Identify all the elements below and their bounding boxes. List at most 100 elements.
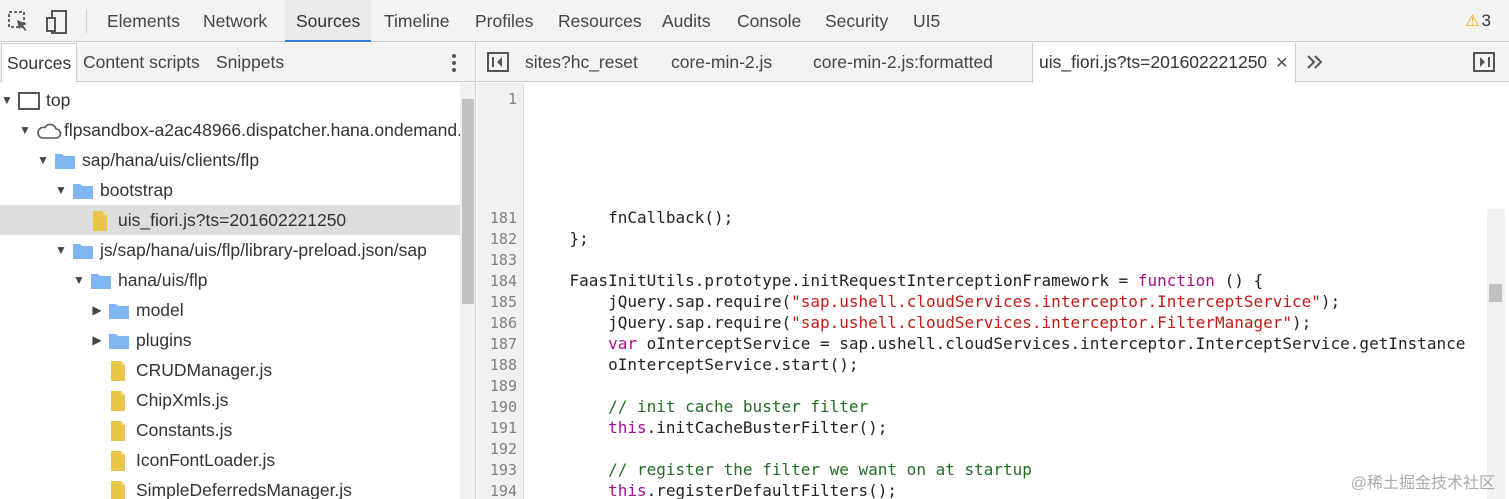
- close-tab-icon[interactable]: ✕: [1275, 55, 1288, 72]
- navigator-tab-sources[interactable]: Sources: [1, 43, 78, 82]
- code-text: };: [531, 229, 589, 248]
- toggle-navigator-icon[interactable]: [487, 51, 513, 77]
- tree-item-label: top: [46, 90, 71, 110]
- code-line[interactable]: fnCallback();: [531, 208, 733, 227]
- tree-item[interactable]: uis_fiori.js?ts=201602221250: [0, 205, 460, 235]
- tree-item-label: js/sap/hana/uis/flp/library-preload.json…: [100, 240, 427, 260]
- line-number: 181: [489, 209, 517, 227]
- panel-tab-ui5[interactable]: UI5: [913, 0, 940, 42]
- code-line[interactable]: oInterceptService.start();: [531, 355, 859, 374]
- navigator-scrollbar-thumb[interactable]: [462, 99, 474, 304]
- navigator-tab-content-scripts[interactable]: Content scripts: [83, 43, 200, 82]
- line-number: 182: [489, 230, 517, 248]
- more-tabs-icon[interactable]: [1305, 51, 1331, 77]
- device-mode-icon[interactable]: [44, 9, 70, 35]
- more-options-icon[interactable]: [444, 51, 464, 75]
- line-number: 193: [489, 461, 517, 479]
- code-line[interactable]: this.initCacheBusterFilter();: [531, 418, 887, 437]
- collapse-arrow-icon[interactable]: ▼: [0, 85, 14, 115]
- collapse-arrow-icon[interactable]: ▼: [36, 145, 50, 175]
- code-keyword: var: [531, 334, 637, 353]
- editor-scrollbar-thumb[interactable]: [1489, 284, 1502, 302]
- panel-tab-security[interactable]: Security: [825, 0, 888, 42]
- code-text: oInterceptService.start();: [531, 355, 859, 374]
- tree-item-label: CRUDManager.js: [136, 360, 273, 380]
- tree-item[interactable]: ▶ model: [0, 295, 460, 325]
- line-number: 185: [489, 293, 517, 311]
- editor-tab-label: core-min-2.js: [671, 52, 773, 72]
- warning-counter[interactable]: ⚠ 3: [1465, 0, 1491, 42]
- tree-item[interactable]: CRUDManager.js: [0, 355, 460, 385]
- code-keyword: this: [531, 418, 647, 437]
- panel-tab-console[interactable]: Console: [737, 0, 801, 42]
- panel-tab-resources[interactable]: Resources: [558, 0, 642, 42]
- code-text: );: [1320, 292, 1341, 311]
- tree-item[interactable]: ▼ bootstrap: [0, 175, 460, 205]
- file-icon: [90, 210, 110, 231]
- cloud-icon: [36, 120, 62, 140]
- code-line[interactable]: FaasInitUtils.prototype.initRequestInter…: [531, 271, 1264, 290]
- tree-item-label: hana/uis/flp: [118, 270, 208, 290]
- collapse-arrow-icon[interactable]: ▼: [54, 235, 68, 265]
- collapse-arrow-icon[interactable]: ▼: [72, 265, 86, 295]
- code-line[interactable]: // register the filter we want on at sta…: [531, 460, 1032, 479]
- expand-arrow-icon[interactable]: ▶: [90, 325, 104, 355]
- panel-tab-elements[interactable]: Elements: [107, 0, 180, 42]
- code-keyword: this: [531, 481, 647, 499]
- editor-scrollbar[interactable]: [1487, 209, 1505, 499]
- panel-tab-sources[interactable]: Sources: [285, 0, 372, 42]
- tree-item[interactable]: ▼ sap/hana/uis/clients/flp: [0, 145, 460, 175]
- code-editor: sites?hc_reset core-min-2.js core-min-2.js…: [477, 43, 1509, 499]
- code-line[interactable]: jQuery.sap.require("sap.ushell.cloudServ…: [531, 292, 1340, 311]
- toggle-debugger-icon[interactable]: [1473, 51, 1499, 77]
- code-line[interactable]: this.registerDefaultFilters();: [531, 481, 897, 499]
- line-number-gutter: 1 181 182 183 184 185 186 187 188 189 190 191 192 19…: [477, 83, 524, 499]
- code-line[interactable]: jQuery.sap.require("sap.ushell.cloudServ…: [531, 313, 1311, 332]
- inspect-element-icon[interactable]: [6, 9, 32, 35]
- tree-item[interactable]: ▼ top: [0, 85, 460, 115]
- expand-arrow-icon[interactable]: ▶: [90, 295, 104, 325]
- file-icon: [108, 390, 128, 411]
- code-lines[interactable]: fnCallback(); }; FaasInitUtils.prototype…: [525, 83, 1491, 499]
- folder-icon: [108, 330, 129, 350]
- warning-icon: ⚠: [1465, 13, 1480, 30]
- panel-tab-audits[interactable]: Audits: [662, 0, 711, 42]
- collapse-arrow-icon[interactable]: ▼: [18, 115, 32, 145]
- file-icon: [108, 420, 128, 441]
- collapse-arrow-icon[interactable]: ▼: [54, 175, 68, 205]
- navigator-tab-snippets[interactable]: Snippets: [216, 43, 284, 82]
- tree-item[interactable]: ▼ js/sap/hana/uis/flp/library-preload.jso…: [0, 235, 460, 265]
- code-string: "sap.ushell.cloudServices.interceptor.In…: [791, 292, 1321, 311]
- code-text: oInterceptService = sap.ushell.cloudServ…: [636, 334, 1466, 353]
- panel-tab-timeline[interactable]: Timeline: [384, 0, 449, 42]
- line-number: 187: [489, 335, 517, 353]
- tree-item[interactable]: ChipXmls.js: [0, 385, 460, 415]
- editor-tab-label: sites?hc_reset: [525, 52, 638, 72]
- editor-tab[interactable]: core-min-2.js: [671, 43, 772, 82]
- code-line[interactable]: // init cache buster filter: [531, 397, 868, 416]
- panel-tab-network[interactable]: Network: [203, 0, 267, 42]
- tree-item[interactable]: IconFontLoader.js: [0, 445, 460, 475]
- sources-navigator: Sources Content scripts Snippets ▼ top ▼ flps…: [0, 43, 476, 499]
- tree-item-label: plugins: [136, 330, 192, 350]
- file-icon: [108, 480, 128, 499]
- code-line[interactable]: var oInterceptService = sap.ushell.cloud…: [531, 334, 1465, 353]
- file-tree: ▼ top ▼ flpsandbox-a2ac48966.dispatcher.han…: [0, 83, 460, 499]
- code-comment: // init cache buster filter: [531, 397, 869, 416]
- tree-item[interactable]: Constants.js: [0, 415, 460, 445]
- file-icon: [108, 450, 128, 471]
- tree-item[interactable]: ▶ plugins: [0, 325, 460, 355]
- toolbar-divider: [86, 9, 87, 33]
- panel-tab-profiles[interactable]: Profiles: [475, 0, 533, 42]
- tree-item[interactable]: ▼ flpsandbox-a2ac48966.dispatcher.hana.on…: [0, 115, 460, 145]
- code-line[interactable]: };: [531, 229, 589, 248]
- folder-icon: [72, 240, 93, 260]
- tree-item-label: bootstrap: [100, 180, 173, 200]
- tree-item[interactable]: SimpleDeferredsManager.js: [0, 475, 460, 499]
- tree-item[interactable]: ▼ hana/uis/flp: [0, 265, 460, 295]
- editor-tab[interactable]: uis_fiori.js?ts=201602221250 ✕: [1032, 43, 1296, 83]
- editor-tab[interactable]: core-min-2.js:formatted: [813, 43, 993, 82]
- code-keyword: function: [1137, 271, 1215, 290]
- editor-tab[interactable]: sites?hc_reset: [525, 43, 638, 82]
- code-text: jQuery.sap.require(: [531, 313, 792, 332]
